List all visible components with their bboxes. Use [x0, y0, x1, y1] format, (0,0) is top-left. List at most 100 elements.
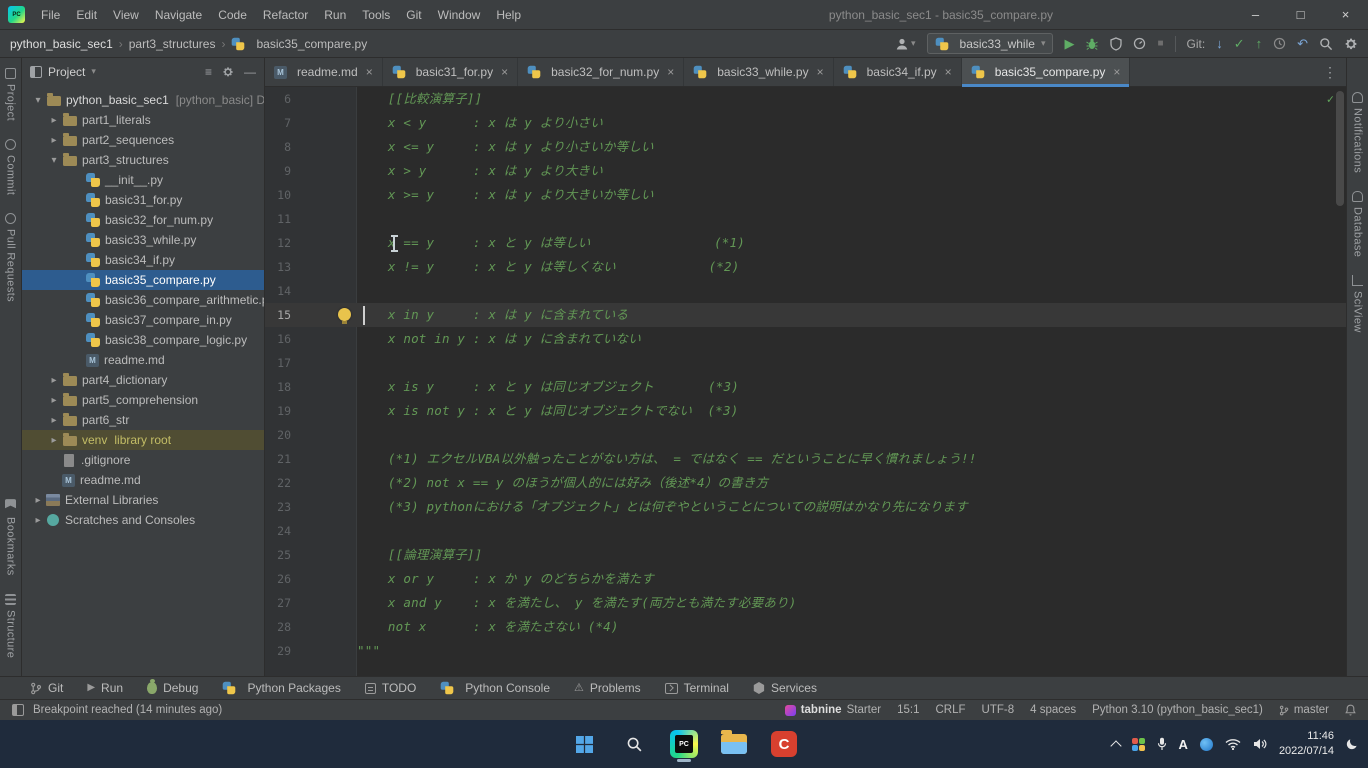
- chevron-right-icon[interactable]: ▸: [46, 435, 62, 446]
- notifications-bell-icon[interactable]: [1345, 704, 1356, 716]
- editor-line[interactable]: 9 x > y : x は y より大きい: [265, 159, 1346, 183]
- breadcrumb-file[interactable]: basic35_compare.py: [256, 37, 367, 51]
- tree-item[interactable]: __init__.py: [22, 170, 264, 190]
- line-number[interactable]: 6: [265, 87, 291, 111]
- tool-button-sciview[interactable]: SciView: [1352, 275, 1364, 333]
- tab-basic33[interactable]: basic33_while.py ×: [684, 58, 833, 86]
- tab-basic34[interactable]: basic34_if.py ×: [834, 58, 962, 86]
- tree-item[interactable]: basic34_if.py: [22, 250, 264, 270]
- editor-line[interactable]: 7 x < y : x は y より小さい: [265, 111, 1346, 135]
- taskbar-search-button[interactable]: [615, 724, 653, 764]
- tray-app-icon[interactable]: [1132, 738, 1145, 751]
- menu-navigate[interactable]: Navigate: [147, 0, 210, 30]
- toolwindow-run[interactable]: ▶ Run: [87, 681, 123, 695]
- editor-line[interactable]: 20: [265, 423, 1346, 447]
- tree-item-project-root[interactable]: ▾ python_basic_sec1 [python_basic] D:\: [22, 90, 264, 110]
- menu-help[interactable]: Help: [488, 0, 529, 30]
- tree-item[interactable]: basic37_compare_in.py: [22, 310, 264, 330]
- profiler-button[interactable]: [1133, 37, 1146, 50]
- chevron-down-icon[interactable]: ▾: [46, 155, 62, 166]
- tree-item[interactable]: basic33_while.py: [22, 230, 264, 250]
- wifi-icon[interactable]: [1225, 738, 1241, 750]
- editor-line[interactable]: 6 [[比較演算子]]: [265, 87, 1346, 111]
- toolwindow-todo[interactable]: TODO: [365, 681, 416, 695]
- tree-item[interactable]: ▸ part1_literals: [22, 110, 264, 130]
- tool-button-bookmarks[interactable]: Bookmarks: [5, 499, 17, 576]
- tool-window-layout-icon[interactable]: [12, 704, 24, 716]
- editor-line[interactable]: 29 """: [265, 639, 1346, 663]
- chevron-right-icon[interactable]: ▸: [46, 415, 62, 426]
- tree-item[interactable]: .gitignore: [22, 450, 264, 470]
- tray-overflow-chevron-icon[interactable]: [1110, 740, 1121, 751]
- line-number[interactable]: 9: [265, 159, 291, 183]
- close-icon[interactable]: ×: [501, 65, 508, 79]
- intention-bulb-icon[interactable]: [338, 308, 351, 321]
- chevron-right-icon[interactable]: ▸: [30, 515, 46, 526]
- tree-item-venv[interactable]: ▸ venv library root: [22, 430, 264, 450]
- tool-button-database[interactable]: Database: [1352, 191, 1364, 257]
- tab-basic35-active[interactable]: basic35_compare.py ×: [962, 58, 1131, 86]
- close-button[interactable]: ×: [1323, 0, 1368, 30]
- editor-line[interactable]: 8 x <= y : x は y より小さいか等しい: [265, 135, 1346, 159]
- code-editor[interactable]: 6 [[比較演算子]] 7 x < y : x は y より小さい 8 x <=…: [265, 87, 1346, 676]
- taskbar-clock[interactable]: 11:46 2022/07/14: [1279, 729, 1334, 759]
- tree-item[interactable]: readme.md: [22, 350, 264, 370]
- toolwindow-problems[interactable]: ⚠ Problems: [574, 681, 641, 695]
- chevron-down-icon[interactable]: ▾: [30, 95, 46, 106]
- editor-line[interactable]: 24: [265, 519, 1346, 543]
- run-button[interactable]: ▶: [1064, 37, 1074, 50]
- user-account-icon[interactable]: ▾: [895, 37, 916, 51]
- tree-item[interactable]: basic36_compare_arithmetic.py: [22, 290, 264, 310]
- tree-item[interactable]: basic31_for.py: [22, 190, 264, 210]
- debug-button[interactable]: [1085, 37, 1099, 51]
- line-number[interactable]: 18: [265, 375, 291, 399]
- tree-item[interactable]: basic38_compare_logic.py: [22, 330, 264, 350]
- tab-basic32[interactable]: basic32_for_num.py ×: [518, 58, 684, 86]
- taskbar-pycharm-button[interactable]: PC: [665, 724, 703, 764]
- search-everywhere-button[interactable]: [1319, 37, 1333, 51]
- inspection-ok-icon[interactable]: ✓: [1327, 92, 1334, 106]
- line-number[interactable]: 7: [265, 111, 291, 135]
- toolwindow-terminal[interactable]: Terminal: [665, 681, 729, 695]
- line-number[interactable]: 15: [265, 303, 291, 327]
- run-configuration-selector[interactable]: basic33_while ▾: [927, 33, 1054, 54]
- tree-item-scratches[interactable]: ▸ Scratches and Consoles: [22, 510, 264, 530]
- file-encoding[interactable]: UTF-8: [982, 704, 1015, 716]
- indent-setting[interactable]: 4 spaces: [1030, 704, 1076, 716]
- menu-tools[interactable]: Tools: [354, 0, 398, 30]
- breadcrumb-project[interactable]: python_basic_sec1: [10, 37, 113, 51]
- minimize-button[interactable]: –: [1233, 0, 1278, 30]
- tab-readme[interactable]: readme.md ×: [265, 58, 383, 86]
- line-number[interactable]: 24: [265, 519, 291, 543]
- menu-refactor[interactable]: Refactor: [255, 0, 316, 30]
- close-icon[interactable]: ×: [366, 65, 373, 79]
- focus-assist-moon-icon[interactable]: [1346, 738, 1358, 750]
- git-update-button[interactable]: ↓: [1216, 37, 1223, 50]
- editor-line[interactable]: 14: [265, 279, 1346, 303]
- line-number[interactable]: 26: [265, 567, 291, 591]
- close-icon[interactable]: ×: [1113, 65, 1120, 79]
- run-with-coverage-button[interactable]: [1110, 37, 1122, 51]
- menu-git[interactable]: Git: [398, 0, 429, 30]
- taskbar-explorer-button[interactable]: [715, 724, 753, 764]
- tree-item[interactable]: ▸ part4_dictionary: [22, 370, 264, 390]
- toolwindow-debug[interactable]: Debug: [147, 681, 198, 695]
- close-icon[interactable]: ×: [945, 65, 952, 79]
- line-number[interactable]: 27: [265, 591, 291, 615]
- toolwindow-git[interactable]: Git: [30, 681, 63, 695]
- editor-line[interactable]: 28 not x : x を満たさない (*4): [265, 615, 1346, 639]
- chevron-down-icon[interactable]: ▾: [91, 67, 96, 76]
- menu-view[interactable]: View: [105, 0, 147, 30]
- tool-button-project[interactable]: Project: [5, 68, 17, 121]
- chevron-right-icon[interactable]: ▸: [46, 375, 62, 386]
- line-number[interactable]: 28: [265, 615, 291, 639]
- tree-item-external-libraries[interactable]: ▸ External Libraries: [22, 490, 264, 510]
- line-number[interactable]: 16: [265, 327, 291, 351]
- close-icon[interactable]: ×: [817, 65, 824, 79]
- volume-icon[interactable]: [1253, 738, 1267, 750]
- tool-button-notifications[interactable]: Notifications: [1352, 92, 1364, 173]
- chevron-right-icon[interactable]: ▸: [46, 115, 62, 126]
- menu-window[interactable]: Window: [430, 0, 489, 30]
- close-icon[interactable]: ×: [667, 65, 674, 79]
- editor-line[interactable]: 22 (*2) not x == y のほうが個人的には好み（後述*4）の書き方: [265, 471, 1346, 495]
